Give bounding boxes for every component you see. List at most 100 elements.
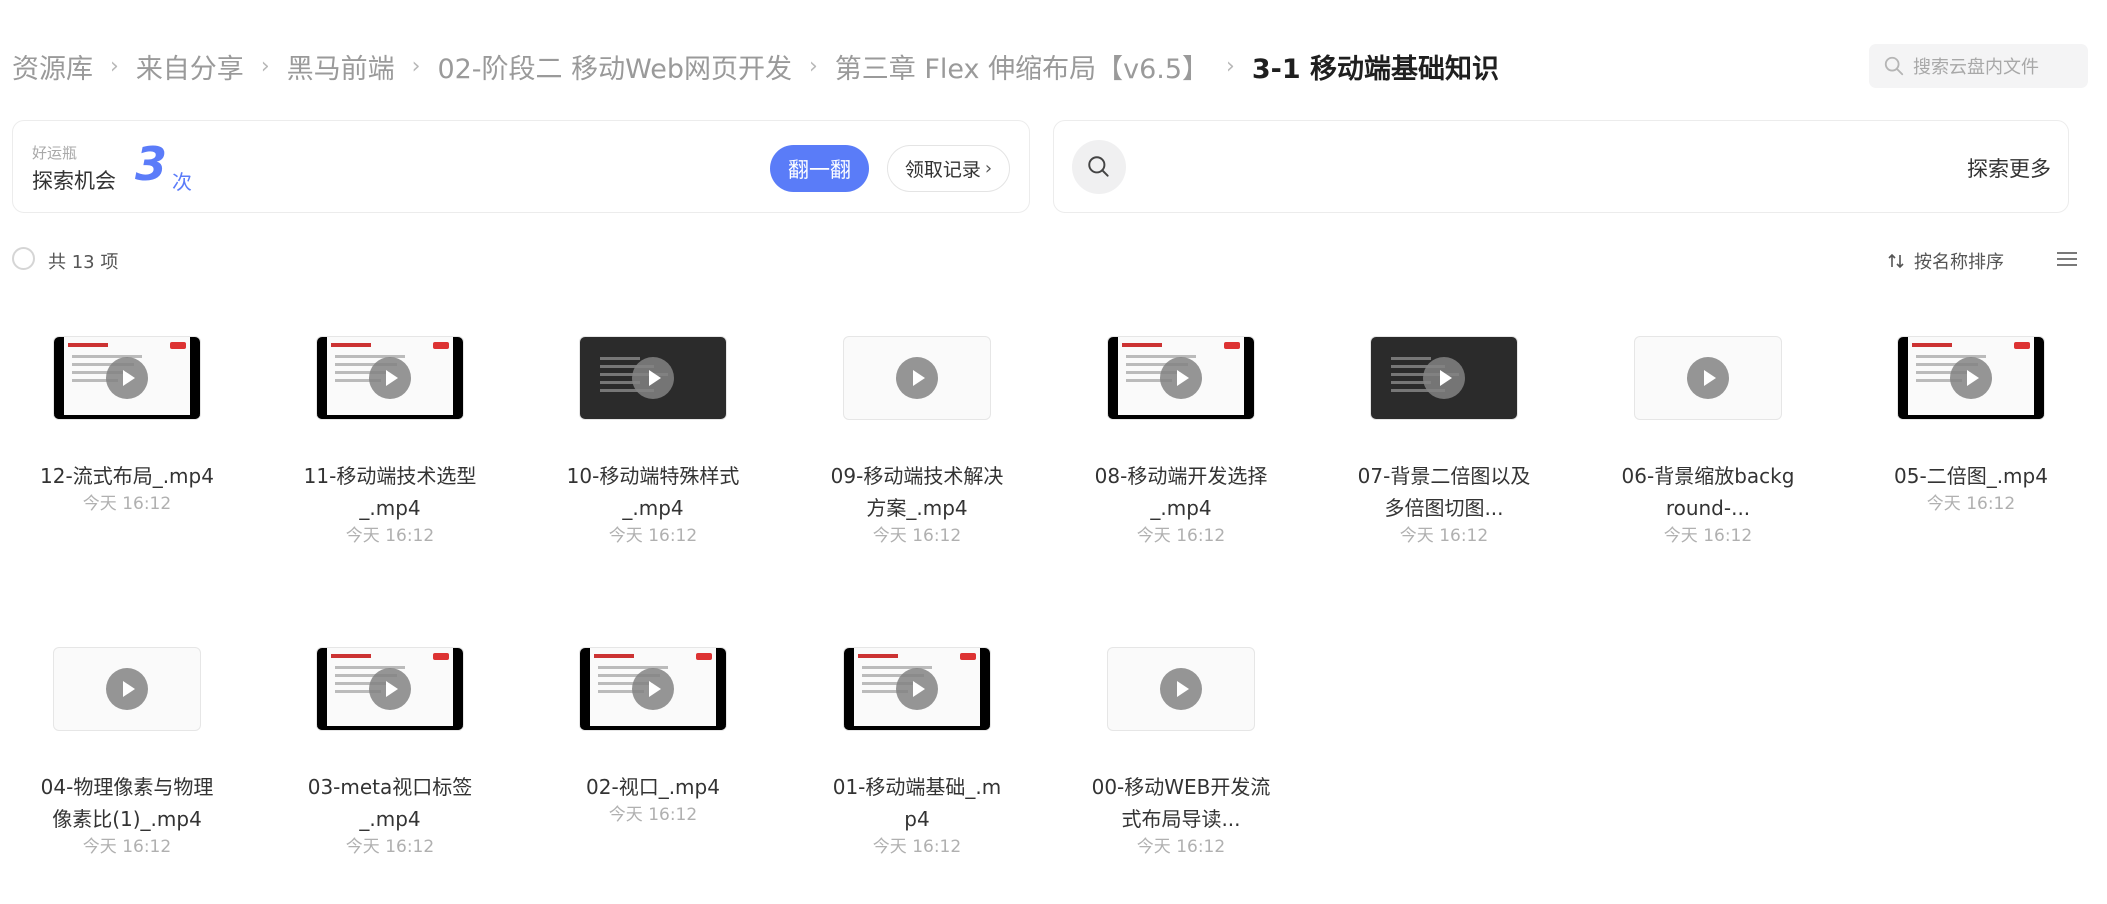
file-item[interactable]: 00-移动WEB开发流式布局导读... 今天 16:12 xyxy=(1081,647,1281,859)
thumbnail-decoration xyxy=(844,726,990,730)
breadcrumb-item-resource-library[interactable]: 资源库 xyxy=(12,47,93,86)
sort-icon xyxy=(1888,253,1904,269)
play-icon xyxy=(896,357,938,399)
file-date: 今天 16:12 xyxy=(345,526,435,546)
sort-by-name-button[interactable]: 按名称排序 xyxy=(1886,248,2004,274)
thumbnail-decoration xyxy=(331,343,371,347)
breadcrumb-item-stage2[interactable]: 02-阶段二 移动Web网页开发 xyxy=(437,47,792,86)
video-thumbnail[interactable] xyxy=(1107,647,1255,731)
sort-label: 按名称排序 xyxy=(1914,252,2004,273)
file-date: 今天 16:12 xyxy=(1136,837,1226,857)
file-name[interactable]: 09-移动端技术解决方案_.mp4 xyxy=(817,460,1017,524)
video-thumbnail[interactable] xyxy=(843,647,991,731)
thumbnail-decoration xyxy=(1244,337,1254,419)
search-icon xyxy=(1088,156,1109,177)
file-name[interactable]: 12-流式布局_.mp4 xyxy=(27,460,227,492)
video-thumbnail[interactable] xyxy=(1107,336,1255,420)
explore-chance-count: 3 xyxy=(135,137,168,191)
file-item[interactable]: 03-meta视口标签_.mp4 今天 16:12 xyxy=(290,647,490,859)
video-thumbnail[interactable] xyxy=(1634,336,1782,420)
file-item[interactable]: 10-移动端特殊样式_.mp4 今天 16:12 xyxy=(553,336,753,548)
search-icon xyxy=(1884,56,1904,76)
play-icon xyxy=(1950,357,1992,399)
file-name[interactable]: 02-视口_.mp4 xyxy=(553,771,753,803)
thumbnail-decoration xyxy=(600,357,640,360)
file-name[interactable]: 11-移动端技术选型_.mp4 xyxy=(290,460,490,524)
file-name[interactable]: 05-二倍图_.mp4 xyxy=(1871,460,2071,492)
file-date: 今天 16:12 xyxy=(872,837,962,857)
chevron-right-icon: › xyxy=(110,53,119,79)
thumbnail-decoration xyxy=(1122,343,1162,347)
claim-record-button[interactable]: 领取记录 › xyxy=(887,145,1010,192)
thumbnail-decoration xyxy=(453,337,463,419)
file-date: 今天 16:12 xyxy=(82,837,172,857)
file-date: 今天 16:12 xyxy=(608,805,698,825)
thumbnail-decoration xyxy=(54,337,64,419)
search-input[interactable]: 搜索云盘内文件 xyxy=(1869,44,2088,88)
file-item[interactable]: 07-背景二倍图以及多倍图切图... 今天 16:12 xyxy=(1344,336,1544,548)
file-name[interactable]: 01-移动端基础_.mp4 xyxy=(817,771,1017,835)
thumbnail-decoration xyxy=(1912,343,1952,347)
breadcrumb: 资源库 › 来自分享 › 黑马前端 › 02-阶段二 移动Web网页开发 › 第… xyxy=(12,46,1499,86)
list-view-icon[interactable] xyxy=(2055,249,2079,269)
breadcrumb-item-shared[interactable]: 来自分享 xyxy=(136,47,244,86)
file-date: 今天 16:12 xyxy=(1136,526,1226,546)
video-thumbnail[interactable] xyxy=(316,336,464,420)
file-item[interactable]: 02-视口_.mp4 今天 16:12 xyxy=(553,647,753,827)
video-thumbnail[interactable] xyxy=(1897,336,2045,420)
explore-card: 探索更多 xyxy=(1053,120,2069,213)
play-icon xyxy=(1423,357,1465,399)
thumbnail-decoration xyxy=(580,648,590,730)
file-date: 今天 16:12 xyxy=(345,837,435,857)
file-item[interactable]: 09-移动端技术解决方案_.mp4 今天 16:12 xyxy=(817,336,1017,548)
file-item[interactable]: 08-移动端开发选择_.mp4 今天 16:12 xyxy=(1081,336,1281,548)
chevron-right-icon: › xyxy=(984,158,993,179)
thumbnail-decoration xyxy=(54,415,200,419)
play-icon xyxy=(896,668,938,710)
explore-more-link[interactable]: 探索更多 xyxy=(1967,153,2051,183)
file-date: 今天 16:12 xyxy=(1926,494,2016,514)
file-name[interactable]: 07-背景二倍图以及多倍图切图... xyxy=(1344,460,1544,524)
video-thumbnail[interactable] xyxy=(579,336,727,420)
video-thumbnail[interactable] xyxy=(316,647,464,731)
video-thumbnail[interactable] xyxy=(843,336,991,420)
lucky-bottle-card: 好运瓶 探索机会 3 次 翻一翻 领取记录 › xyxy=(12,120,1030,213)
video-thumbnail[interactable] xyxy=(579,647,727,731)
file-name[interactable]: 00-移动WEB开发流式布局导读... xyxy=(1081,771,1281,835)
file-date: 今天 16:12 xyxy=(1399,526,1489,546)
video-thumbnail[interactable] xyxy=(53,647,201,731)
file-item[interactable]: 04-物理像素与物理像素比(1)_.mp4 今天 16:12 xyxy=(27,647,227,859)
file-item[interactable]: 11-移动端技术选型_.mp4 今天 16:12 xyxy=(290,336,490,548)
file-item[interactable]: 06-背景缩放background-... 今天 16:12 xyxy=(1608,336,1808,548)
thumbnail-decoration xyxy=(696,653,712,660)
file-item[interactable]: 05-二倍图_.mp4 今天 16:12 xyxy=(1871,336,2071,516)
thumbnail-decoration xyxy=(1224,342,1240,349)
thumbnail-decoration xyxy=(594,654,634,658)
select-all-checkbox[interactable] xyxy=(12,247,35,270)
play-icon xyxy=(1160,357,1202,399)
video-thumbnail[interactable] xyxy=(1370,336,1518,420)
thumbnail-decoration xyxy=(858,654,898,658)
explore-search-button[interactable] xyxy=(1072,140,1126,194)
file-date: 今天 16:12 xyxy=(82,494,172,514)
thumbnail-decoration xyxy=(960,653,976,660)
video-thumbnail[interactable] xyxy=(53,336,201,420)
thumbnail-decoration xyxy=(1108,415,1254,419)
file-name[interactable]: 03-meta视口标签_.mp4 xyxy=(290,771,490,835)
thumbnail-decoration xyxy=(1898,415,2044,419)
flip-button[interactable]: 翻一翻 xyxy=(770,145,869,192)
file-item[interactable]: 01-移动端基础_.mp4 今天 16:12 xyxy=(817,647,1017,859)
breadcrumb-item-heima[interactable]: 黑马前端 xyxy=(287,47,395,86)
thumbnail-decoration xyxy=(2034,337,2044,419)
file-name[interactable]: 08-移动端开发选择_.mp4 xyxy=(1081,460,1281,524)
breadcrumb-item-chapter3[interactable]: 第三章 Flex 伸缩布局【v6.5】 xyxy=(835,47,1209,86)
play-icon xyxy=(369,357,411,399)
file-name[interactable]: 04-物理像素与物理像素比(1)_.mp4 xyxy=(27,771,227,835)
thumbnail-decoration xyxy=(317,415,463,419)
thumbnail-decoration xyxy=(433,653,449,660)
file-name[interactable]: 10-移动端特殊样式_.mp4 xyxy=(553,460,753,524)
file-item[interactable]: 12-流式布局_.mp4 今天 16:12 xyxy=(27,336,227,516)
file-name[interactable]: 06-背景缩放background-... xyxy=(1608,460,1808,524)
breadcrumb-current: 3-1 移动端基础知识 xyxy=(1251,53,1500,85)
play-icon xyxy=(632,357,674,399)
